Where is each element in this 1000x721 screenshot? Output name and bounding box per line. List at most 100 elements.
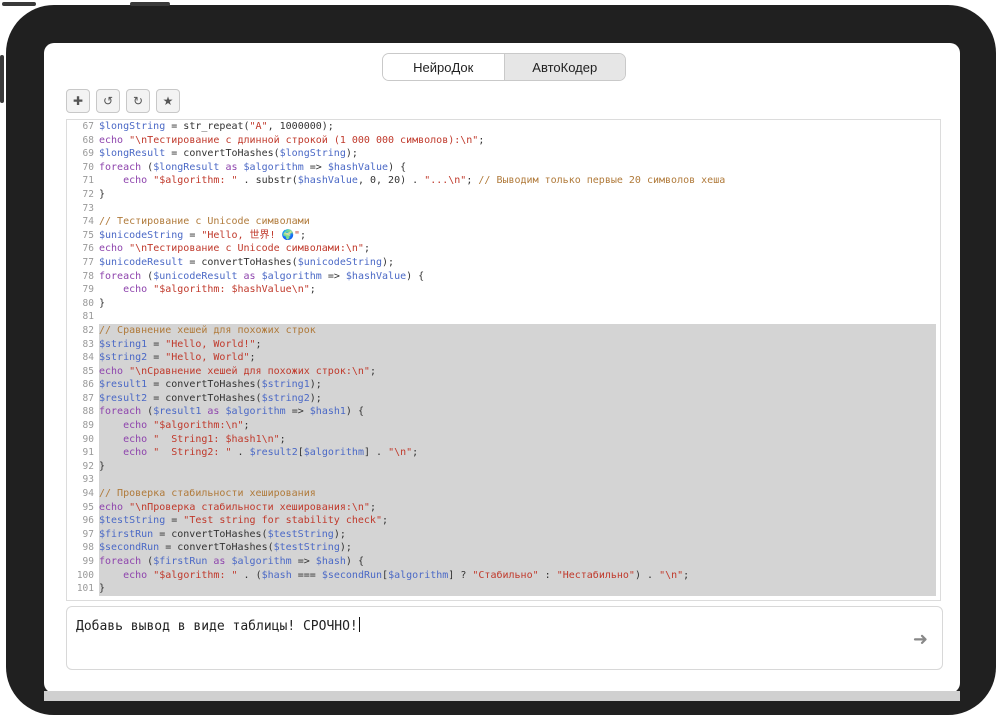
code-line[interactable]: 76 echo "\nТестирование с Unicode символа… <box>67 242 940 256</box>
code-token: $unicodeString <box>99 229 184 241</box>
code-line[interactable]: 80} <box>67 297 940 311</box>
code-token: $result1 <box>99 379 148 391</box>
code-line[interactable]: 74 // Тестирование с Unicode символами <box>67 215 940 229</box>
code-line[interactable]: 87 $result2 = convertToHashes($string2); <box>67 391 940 406</box>
code-token: $secondRun <box>99 542 160 554</box>
code-line[interactable]: 94 // Проверка стабильности хеширования <box>67 487 940 501</box>
code-token: $unicodeResult <box>153 270 238 282</box>
code-token: ( <box>141 556 154 567</box>
code-line[interactable]: 79 echo "$algorithm: $hashValue\n"; <box>67 283 940 297</box>
code-token: ; <box>309 284 316 296</box>
code-token: ] . <box>363 447 389 459</box>
code-text: } <box>99 582 936 596</box>
code-token: "$algorithm: " <box>153 175 238 187</box>
line-number: 74 <box>82 216 94 228</box>
code-line[interactable]: 84 $string2 = "Hello, World"; <box>67 351 940 365</box>
prompt-text[interactable]: Добавь вывод в виде таблицы! СРОЧНО! <box>76 617 360 634</box>
side-button <box>0 55 4 103</box>
code-line[interactable]: 97 $firstRun = convertToHashes($testStrin… <box>67 527 940 542</box>
line-number: 87 <box>82 392 94 404</box>
arrow-right-icon[interactable]: ➜ <box>913 629 928 650</box>
undo-icon[interactable]: ↺ <box>96 89 120 113</box>
code-token: "Test string for stability check" <box>183 515 382 527</box>
line-number: 75 <box>82 229 94 241</box>
mode-tabs: НейроДок АвтоКодер <box>382 53 626 81</box>
code-text: echo "\nТестирование с длинной строкой (… <box>99 134 936 148</box>
code-line[interactable]: 92} <box>67 459 940 474</box>
prompt-value: Добавь вывод в виде таблицы! СРОЧНО! <box>76 619 358 634</box>
code-line[interactable]: 83 $string1 = "Hello, World!"; <box>67 337 940 352</box>
code-token: "A" <box>249 121 268 132</box>
code-token: = convertToHashes( <box>183 256 298 268</box>
code-token: ( <box>141 270 154 282</box>
code-line[interactable]: 75 $unicodeString = "Hello, 世界! 🌍"; <box>67 229 940 243</box>
code-line[interactable]: 98 $secondRun = convertToHashes($testStri… <box>67 541 940 555</box>
code-line[interactable]: 89 echo "$algorithm:\n"; <box>67 419 940 433</box>
code-line[interactable]: 81 <box>67 310 940 324</box>
code-line[interactable]: 93 <box>67 473 940 488</box>
code-token: ; <box>249 352 256 364</box>
code-line[interactable]: 68 echo "\nТестирование с длинной строкой… <box>67 134 940 148</box>
code-line[interactable]: 95 echo "\nПроверка стабильности хеширова… <box>67 500 940 515</box>
tab-neirodok[interactable]: НейроДок <box>383 54 504 80</box>
code-line[interactable]: 78 foreach ($unicodeResult as $algorithm … <box>67 270 940 284</box>
code-text: echo "$algorithm: " . substr($hashValue,… <box>99 174 936 188</box>
prompt-input[interactable]: Добавь вывод в виде таблицы! СРОЧНО! ➜ <box>66 606 943 670</box>
code-token: foreach <box>99 161 142 173</box>
code-token: $longString <box>99 121 166 132</box>
code-line[interactable]: 96 $testString = "Test string for stabili… <box>67 514 940 528</box>
code-token: ( <box>141 406 154 418</box>
code-token: ; <box>369 365 376 377</box>
star-icon[interactable]: ★ <box>156 89 180 113</box>
code-token: => <box>291 556 316 567</box>
code-token: ; <box>300 229 307 241</box>
line-number: 83 <box>82 338 94 350</box>
code-token: $longResult <box>99 148 166 160</box>
code-token: ; <box>363 243 370 255</box>
code-line[interactable]: 69 $longResult = convertToHashes($longStr… <box>67 147 940 161</box>
code-token: $algorithm <box>225 406 286 418</box>
code-token: = <box>183 229 202 241</box>
line-number: 79 <box>82 284 94 296</box>
code-line[interactable]: 90 echo " String1: $hash1\n"; <box>67 432 940 447</box>
tab-avtokoder[interactable]: АвтоКодер <box>503 54 625 80</box>
code-token: as <box>219 161 244 173</box>
plus-icon[interactable]: ✚ <box>66 89 90 113</box>
line-number: 96 <box>82 515 94 527</box>
code-text: foreach ($result1 as $algorithm => $hash… <box>99 405 936 420</box>
code-line[interactable]: 70 foreach ($longResult as $algorithm => … <box>67 161 940 175</box>
code-token: "\nТестирование с длинной строкой (1 000… <box>129 134 479 146</box>
code-token: ); <box>381 256 395 268</box>
volume-button <box>130 2 170 6</box>
code-line[interactable]: 82 // Сравнение хешей для похожих строк <box>67 323 940 338</box>
code-token: $firstRun <box>99 528 154 540</box>
code-line[interactable]: 77 $unicodeResult = convertToHashes($unic… <box>67 256 940 270</box>
code-line[interactable]: 91 echo " String2: " . $result2[$algorit… <box>67 446 940 460</box>
code-line[interactable]: 99 foreach ($firstRun as $algorithm => $h… <box>67 555 940 569</box>
code-line[interactable]: 88 foreach ($result1 as $algorithm => $ha… <box>67 405 940 420</box>
code-line[interactable]: 73 <box>67 202 940 216</box>
code-line[interactable]: 72} <box>67 188 940 202</box>
code-token: ) { <box>388 161 407 173</box>
code-token: $string2 <box>261 392 310 404</box>
code-token: $hash <box>315 556 346 567</box>
code-token: = convertToHashes( <box>147 379 262 391</box>
code-line[interactable]: 101} <box>67 582 940 596</box>
code-line[interactable]: 86 $result1 = convertToHashes($string1); <box>67 378 940 392</box>
code-line[interactable]: 67 $longString = str_repeat("A", 1000000)… <box>67 120 940 134</box>
line-number: 71 <box>82 175 94 187</box>
code-token: } <box>99 297 106 309</box>
code-line[interactable]: 85 echo "\nСравнение хешей для похожих ст… <box>67 364 940 379</box>
line-number: 78 <box>82 270 94 282</box>
redo-icon[interactable]: ↻ <box>126 89 150 113</box>
code-token: $hashValue <box>345 270 407 282</box>
code-line[interactable]: 100 echo "$algorithm: " . ($hash === $se… <box>67 568 940 583</box>
code-token: ); <box>333 528 346 540</box>
code-editor[interactable]: 67 $longString = str_repeat("A", 1000000)… <box>66 119 941 601</box>
code-line[interactable]: 71 echo "$algorithm: " . substr($hashVal… <box>67 174 940 188</box>
line-number: 80 <box>82 297 94 309</box>
code-text: } <box>99 459 936 474</box>
code-token: ) . <box>634 569 660 581</box>
